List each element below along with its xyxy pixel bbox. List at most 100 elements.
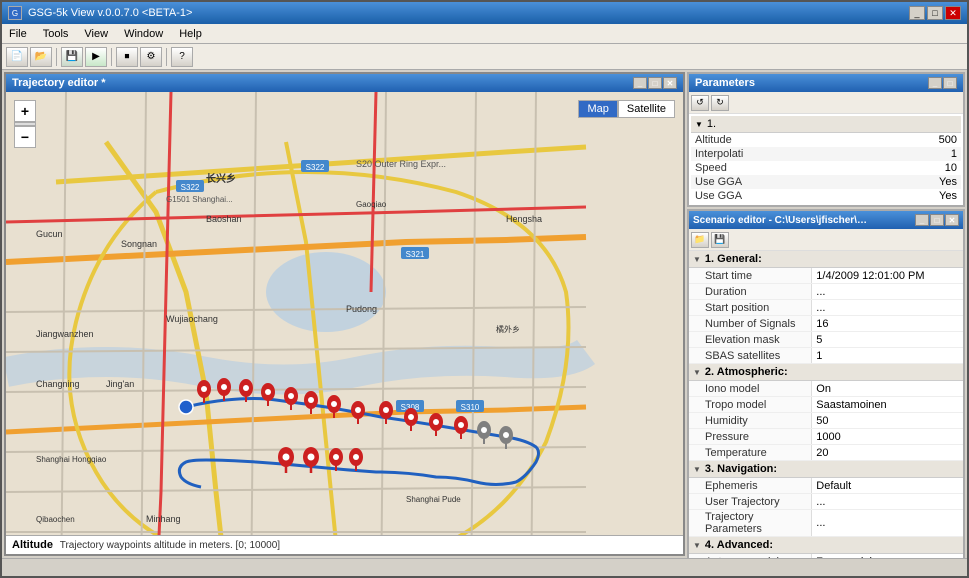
section-triangle-icon-1: ▼ — [693, 368, 701, 377]
svg-text:Jiangwanzhen: Jiangwanzhen — [36, 329, 94, 339]
scenario-maximize-btn[interactable]: □ — [930, 214, 944, 226]
section-label-2: 3. Navigation: — [705, 463, 777, 475]
altitude-description: Trajectory waypoints altitude in meters.… — [60, 540, 280, 551]
toolbar: 📄 📂 💾 ▶ ⏹ ⚙ ? — [2, 44, 967, 70]
prop-name-0-5: SBAS satellites — [689, 348, 812, 363]
menu-file[interactable]: File — [6, 27, 30, 41]
toolbar-sep-1 — [56, 48, 57, 66]
section-triangle-icon-0: ▼ — [693, 255, 701, 264]
param-label-4: Use GGA — [695, 190, 742, 202]
scenario-section-header-3[interactable]: ▼4. Advanced: — [689, 537, 963, 554]
status-bar — [2, 558, 967, 576]
svg-text:Baoshan: Baoshan — [206, 214, 242, 224]
scenario-section-header-0[interactable]: ▼ 1. General: — [689, 251, 963, 268]
window-title: GSG-5k View v.0.0.7.0 <BETA-1> — [28, 7, 192, 19]
map-type-satellite-btn[interactable]: Satellite — [618, 100, 675, 118]
menu-bar: File Tools View Window Help — [2, 24, 967, 44]
prop-row-2-1[interactable]: User Trajectory ... — [689, 494, 963, 510]
param-value-0: 500 — [939, 134, 957, 146]
param-row-1: Interpolati1 — [691, 147, 961, 161]
params-tool-1[interactable]: ↺ — [691, 95, 709, 111]
zoom-out-btn[interactable]: − — [14, 126, 36, 148]
prop-row-0-4[interactable]: Elevation mask 5 — [689, 332, 963, 348]
prop-row-2-2[interactable]: Trajectory Parameters ... — [689, 510, 963, 537]
save-btn[interactable]: 💾 — [61, 47, 83, 67]
scenario-tool-2[interactable]: 💾 — [711, 232, 729, 248]
window-controls: _ □ ✕ — [909, 6, 961, 20]
scenario-minimize-btn[interactable]: _ — [915, 214, 929, 226]
svg-text:S322: S322 — [306, 163, 325, 172]
maximize-btn[interactable]: □ — [927, 6, 943, 20]
right-panel: Parameters _ □ ↺ ↻ ▼ 1. — [687, 70, 967, 558]
altitude-title: Altitude — [12, 539, 53, 551]
map-background: Gucun Songnan Baoshan Gaoqiao Hengsha Ji… — [6, 92, 683, 535]
menu-help[interactable]: Help — [176, 27, 205, 41]
svg-text:S20 Outer Ring Expr...: S20 Outer Ring Expr... — [356, 159, 446, 169]
param-value-4: Yes — [939, 190, 957, 202]
prop-row-1-1[interactable]: Tropo model Saastamoinen — [689, 397, 963, 413]
prop-row-1-3[interactable]: Pressure 1000 — [689, 429, 963, 445]
prop-name-0-0: Start time — [689, 268, 812, 283]
new-btn[interactable]: 📄 — [6, 47, 28, 67]
traj-minimize-btn[interactable]: _ — [633, 77, 647, 89]
params-minimize-btn[interactable]: _ — [928, 77, 942, 89]
map-zoom-controls: + − — [14, 100, 36, 148]
scenario-title-text: Scenario editor - C:\Users\jfischer\Docu… — [693, 215, 873, 226]
parameters-title-label: Parameters — [695, 77, 755, 89]
param-value-1: 1 — [951, 148, 957, 160]
run-btn[interactable]: ▶ — [85, 47, 107, 67]
title-bar: G GSG-5k View v.0.0.7.0 <BETA-1> _ □ ✕ — [2, 2, 967, 24]
svg-text:Shanghai Hongqiao: Shanghai Hongqiao — [36, 455, 107, 464]
prop-row-0-3[interactable]: Number of Signals 16 — [689, 316, 963, 332]
param-row-0: Altitude 500 — [691, 133, 961, 147]
app-icon: G — [8, 6, 22, 20]
menu-tools[interactable]: Tools — [40, 27, 72, 41]
params-toolbar: ↺ ↻ — [689, 92, 963, 114]
scenario-controls: _ □ ✕ — [915, 214, 959, 226]
prop-row-1-0[interactable]: Iono model On — [689, 381, 963, 397]
menu-view[interactable]: View — [81, 27, 111, 41]
svg-text:橘外乡: 橘外乡 — [496, 324, 520, 334]
scenario-close-btn[interactable]: ✕ — [945, 214, 959, 226]
toolbar-sep-2 — [111, 48, 112, 66]
menu-window[interactable]: Window — [121, 27, 166, 41]
prop-row-1-4[interactable]: Temperature 20 — [689, 445, 963, 461]
stop-btn[interactable]: ⏹ — [116, 47, 138, 67]
help-icon-btn[interactable]: ? — [171, 47, 193, 67]
params-maximize-btn[interactable]: □ — [943, 77, 957, 89]
prop-row-2-0[interactable]: Ephemeris Default — [689, 478, 963, 494]
toolbar-sep-3 — [166, 48, 167, 66]
close-btn[interactable]: ✕ — [945, 6, 961, 20]
prop-row-1-2[interactable]: Humidity 50 — [689, 413, 963, 429]
settings-btn[interactable]: ⚙ — [140, 47, 162, 67]
traj-close-btn[interactable]: ✕ — [663, 77, 677, 89]
svg-text:Hengsha: Hengsha — [506, 214, 542, 224]
prop-row-0-5[interactable]: SBAS satellites 1 — [689, 348, 963, 364]
svg-text:Qibaochen: Qibaochen — [36, 515, 75, 524]
prop-name-2-0: Ephemeris — [689, 478, 812, 493]
prop-row-0-0[interactable]: Start time 1/4/2009 12:01:00 PM — [689, 268, 963, 284]
svg-text:Pudong: Pudong — [346, 304, 377, 314]
prop-row-0-2[interactable]: Start position ... — [689, 300, 963, 316]
scenario-content: ▼ 1. General: Start time 1/4/2009 12:01:0… — [689, 251, 963, 558]
param-value-3: Yes — [939, 176, 957, 188]
altitude-panel: Altitude Trajectory waypoints altitude i… — [6, 535, 683, 554]
map-type-map-btn[interactable]: Map — [578, 100, 617, 118]
scenario-section-header-1[interactable]: ▼2. Atmospheric: — [689, 364, 963, 381]
param-label-3: Use GGA — [695, 176, 742, 188]
trajectory-panel-controls: _ □ ✕ — [633, 77, 677, 89]
open-btn[interactable]: 📂 — [30, 47, 52, 67]
section-label-3: 4. Advanced: — [705, 539, 773, 551]
prop-val-1-3: 1000 — [812, 429, 963, 444]
prop-val-0-3: 16 — [812, 316, 963, 331]
scenario-section-header-2[interactable]: ▼3. Navigation: — [689, 461, 963, 478]
section-label-0: 1. General: — [705, 253, 762, 265]
prop-row-0-1[interactable]: Duration ... — [689, 284, 963, 300]
param-label-0: Altitude — [695, 134, 732, 146]
minimize-btn[interactable]: _ — [909, 6, 925, 20]
scenario-tool-1[interactable]: 📁 — [691, 232, 709, 248]
traj-maximize-btn[interactable]: □ — [648, 77, 662, 89]
params-tool-2[interactable]: ↻ — [711, 95, 729, 111]
prop-val-0-5: 1 — [812, 348, 963, 363]
zoom-in-btn[interactable]: + — [14, 100, 36, 122]
